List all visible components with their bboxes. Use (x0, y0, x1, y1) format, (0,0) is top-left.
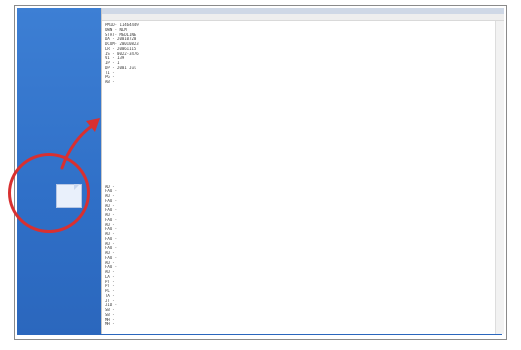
document-text-line: MH - (105, 322, 115, 327)
text-editor-window: PMID- 11464449 OWN - NLM STAT- MEDLINE DA -… (101, 8, 504, 334)
menu-bar[interactable] (102, 14, 504, 21)
vertical-scrollbar[interactable] (495, 21, 504, 334)
document-text-area[interactable]: PMID- 11464449 OWN - NLM STAT- MEDLINE DA -… (105, 23, 490, 330)
